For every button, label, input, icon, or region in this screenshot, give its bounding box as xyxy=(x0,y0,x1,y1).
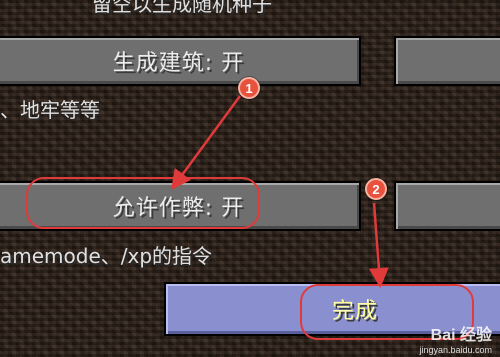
arrow-1 xyxy=(171,95,242,191)
annotation-arrows xyxy=(171,95,389,288)
step-marker-2: 2 xyxy=(365,178,387,200)
watermark: Bai 经验 jingyan.baidu.com xyxy=(419,321,492,355)
watermark-url: jingyan.baidu.com xyxy=(419,345,492,355)
step-marker-1: 1 xyxy=(238,77,260,99)
arrow-2 xyxy=(368,202,389,288)
watermark-logo: Bai 经验 xyxy=(430,327,492,344)
